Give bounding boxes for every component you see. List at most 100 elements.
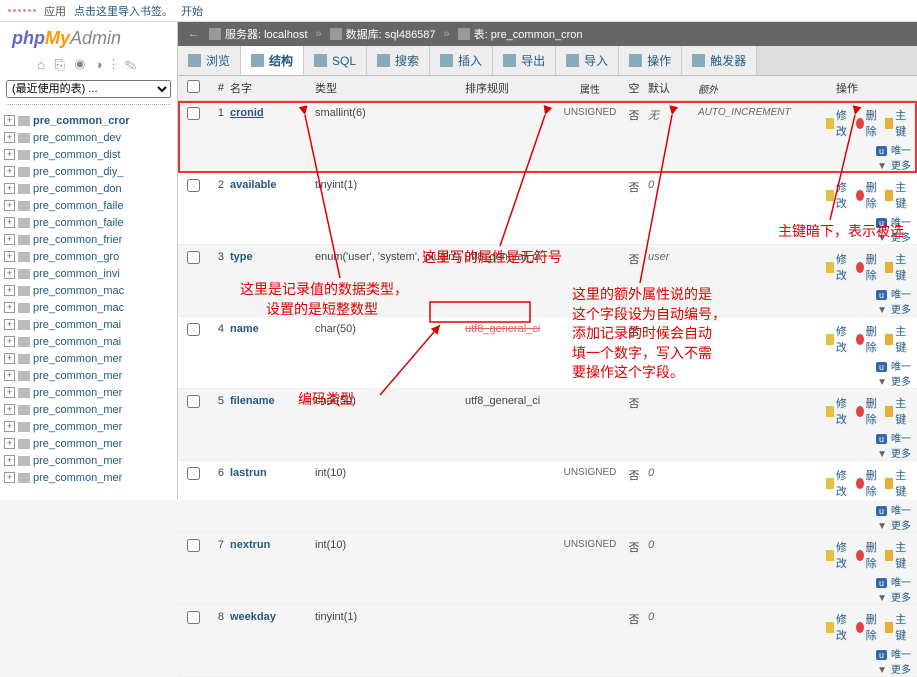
op-more[interactable]: 更多 (891, 377, 911, 388)
op-del[interactable]: 删除 (856, 611, 882, 643)
op-edit[interactable]: 修改 (826, 323, 852, 355)
col-name[interactable]: weekday (230, 611, 315, 623)
op-more[interactable]: 更多 (891, 593, 911, 604)
op-pk[interactable]: 主键 (885, 323, 911, 355)
tree-item[interactable]: +pre_common_mai (4, 316, 177, 333)
expand-icon[interactable]: + (4, 234, 15, 245)
row-checkbox[interactable] (187, 107, 200, 120)
expand-icon[interactable]: + (4, 149, 15, 160)
tree-item[interactable]: +pre_common_frier (4, 231, 177, 248)
op-more[interactable]: 更多 (891, 161, 911, 172)
op-unique[interactable]: 唯一 (891, 290, 911, 301)
op-pk[interactable]: 主键 (885, 539, 911, 571)
expand-icon[interactable]: + (4, 251, 15, 262)
tab-SQL[interactable]: SQL (304, 46, 367, 75)
col-name[interactable]: filename (230, 395, 315, 407)
op-edit[interactable]: 修改 (826, 107, 852, 139)
tree-item[interactable]: +pre_common_diy_ (4, 163, 177, 180)
row-checkbox[interactable] (187, 323, 200, 336)
op-edit[interactable]: 修改 (826, 611, 852, 643)
tree-item[interactable]: +pre_common_mer (4, 469, 177, 486)
expand-icon[interactable]: + (4, 319, 15, 330)
expand-icon[interactable]: + (4, 115, 15, 126)
op-unique[interactable]: 唯一 (891, 434, 911, 445)
op-pk[interactable]: 主键 (885, 107, 911, 139)
tree-item[interactable]: +pre_common_mer (4, 452, 177, 469)
tree-item[interactable]: +pre_common_faile (4, 214, 177, 231)
op-edit[interactable]: 修改 (826, 395, 852, 427)
tree-item[interactable]: +pre_common_mac (4, 299, 177, 316)
tree-item[interactable]: +pre_common_mer (4, 435, 177, 452)
col-name[interactable]: nextrun (230, 539, 315, 551)
tree-item[interactable]: +pre_common_mai (4, 333, 177, 350)
head-name[interactable]: 名字 (230, 80, 315, 96)
op-more[interactable]: 更多 (891, 665, 911, 676)
import-bookmarks-hint[interactable]: 点击这里导入书签。 (74, 3, 173, 19)
tree-item[interactable]: +pre_common_mac (4, 282, 177, 299)
tree-item[interactable]: +pre_common_dev (4, 129, 177, 146)
expand-icon[interactable]: + (4, 370, 15, 381)
op-more[interactable]: 更多 (891, 305, 911, 316)
expand-icon[interactable]: + (4, 353, 15, 364)
expand-icon[interactable]: + (4, 404, 15, 415)
tree-item[interactable]: +pre_common_mer (4, 367, 177, 384)
expand-icon[interactable]: + (4, 438, 15, 449)
bc-table[interactable]: 表: pre_common_cron (474, 26, 583, 42)
start-link[interactable]: 开始 (181, 3, 203, 19)
tree-item[interactable]: +pre_common_gro (4, 248, 177, 265)
expand-icon[interactable]: + (4, 166, 15, 177)
tab-插入[interactable]: 插入 (430, 46, 493, 75)
row-checkbox[interactable] (187, 179, 200, 192)
collapse-icon[interactable]: ← (188, 28, 199, 40)
op-del[interactable]: 删除 (856, 251, 882, 283)
expand-icon[interactable]: + (4, 302, 15, 313)
expand-icon[interactable]: + (4, 336, 15, 347)
op-edit[interactable]: 修改 (826, 467, 852, 499)
tree-item[interactable]: +pre_common_invi (4, 265, 177, 282)
bc-server[interactable]: 服务器: localhost (225, 26, 308, 42)
nav-icon-row[interactable]: ⌂ ⎘ ◉ ◑ ⋮ ✎ (0, 53, 177, 77)
check-all[interactable] (187, 80, 200, 93)
op-edit[interactable]: 修改 (826, 539, 852, 571)
tree-item[interactable]: +pre_common_mer (4, 384, 177, 401)
apps-label[interactable]: 应用 (44, 3, 66, 19)
expand-icon[interactable]: + (4, 268, 15, 279)
tree-item[interactable]: +pre_common_mer (4, 401, 177, 418)
expand-icon[interactable]: + (4, 217, 15, 228)
op-del[interactable]: 删除 (856, 107, 882, 139)
op-more[interactable]: 更多 (891, 233, 911, 244)
tab-操作[interactable]: 操作 (619, 46, 682, 75)
col-name[interactable]: lastrun (230, 467, 315, 479)
tree-item[interactable]: +pre_common_don (4, 180, 177, 197)
op-unique[interactable]: 唯一 (891, 362, 911, 373)
row-checkbox[interactable] (187, 611, 200, 624)
row-checkbox[interactable] (187, 251, 200, 264)
row-checkbox[interactable] (187, 467, 200, 480)
op-more[interactable]: 更多 (891, 521, 911, 532)
tab-触发器[interactable]: 触发器 (682, 46, 757, 75)
op-unique[interactable]: 唯一 (891, 146, 911, 157)
expand-icon[interactable]: + (4, 421, 15, 432)
col-name[interactable]: cronid (230, 107, 315, 119)
row-checkbox[interactable] (187, 539, 200, 552)
row-checkbox[interactable] (187, 395, 200, 408)
op-del[interactable]: 删除 (856, 179, 882, 211)
expand-icon[interactable]: + (4, 472, 15, 483)
op-del[interactable]: 删除 (856, 395, 882, 427)
tree-item[interactable]: +pre_common_mer (4, 350, 177, 367)
recent-tables-select[interactable]: (最近使用的表) ... (6, 80, 171, 98)
op-del[interactable]: 删除 (856, 539, 882, 571)
tab-浏览[interactable]: 浏览 (178, 46, 241, 75)
bc-database[interactable]: 数据库: sql486587 (346, 26, 436, 42)
expand-icon[interactable]: + (4, 200, 15, 211)
col-name[interactable]: type (230, 251, 315, 263)
op-unique[interactable]: 唯一 (891, 506, 911, 517)
op-del[interactable]: 删除 (856, 323, 882, 355)
op-more[interactable]: 更多 (891, 449, 911, 460)
tree-item[interactable]: +pre_common_cror (4, 112, 177, 129)
expand-icon[interactable]: + (4, 387, 15, 398)
expand-icon[interactable]: + (4, 132, 15, 143)
col-name[interactable]: name (230, 323, 315, 335)
op-del[interactable]: 删除 (856, 467, 882, 499)
op-unique[interactable]: 唯一 (891, 218, 911, 229)
